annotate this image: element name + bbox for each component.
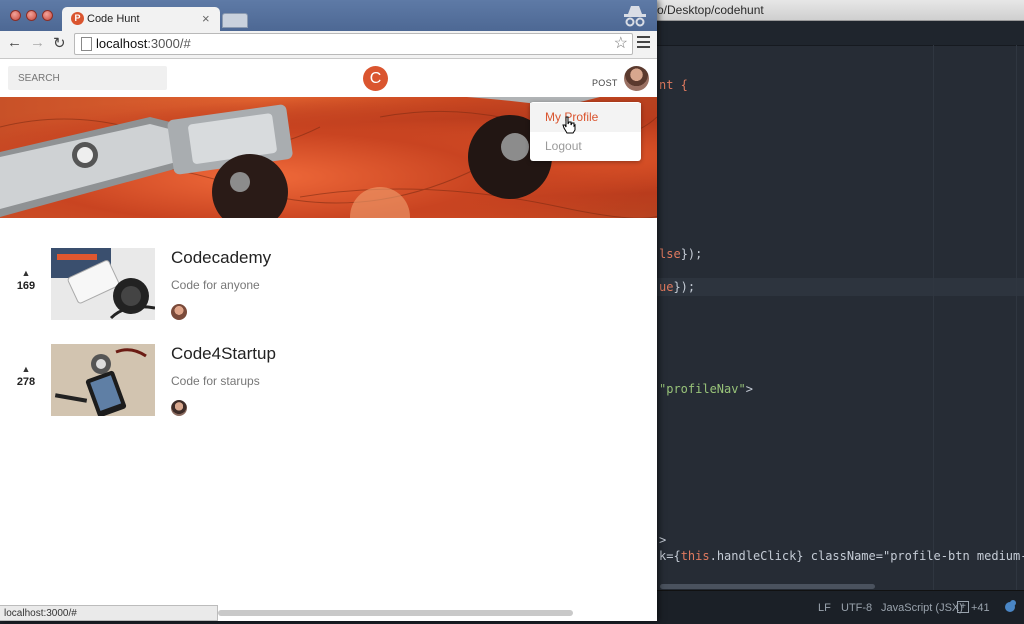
editor-wrap-guide — [933, 45, 934, 590]
profile-avatar-button[interactable] — [624, 66, 649, 91]
editor-horizontal-scrollbar[interactable] — [660, 582, 1024, 590]
forward-arrow-icon[interactable]: → — [30, 34, 45, 51]
browser-window: P Code Hunt × ← → ↻ localhost:3000/# ☆ C… — [0, 0, 657, 621]
tab-code-hunt[interactable]: P Code Hunt × — [62, 7, 220, 31]
upvote-button[interactable]: ▲ 278 — [10, 364, 42, 388]
code-line[interactable]: ue}); — [659, 280, 695, 294]
menu-icon[interactable] — [637, 36, 650, 48]
maker-avatar[interactable] — [171, 304, 187, 320]
code-line[interactable]: > — [659, 533, 666, 547]
new-tab-button[interactable] — [222, 13, 248, 28]
upvote-button[interactable]: ▲ 169 — [10, 268, 42, 292]
product-title[interactable]: Codecademy — [171, 248, 271, 268]
product-thumbnail[interactable] — [51, 248, 155, 320]
product-hunt-favicon-icon: P — [71, 12, 84, 25]
product-tagline: Code for anyone — [171, 278, 260, 292]
url-text: localhost:3000/# — [96, 36, 191, 51]
search-input[interactable] — [8, 66, 167, 90]
reload-icon[interactable]: ↻ — [53, 34, 66, 52]
tab-close-icon[interactable]: × — [202, 11, 210, 26]
minimize-window-button[interactable] — [26, 10, 37, 21]
squirrel-icon — [1005, 600, 1016, 612]
code-line[interactable]: k={this.handleClick} className="profile-… — [659, 549, 1024, 563]
list-item: ▲ 278 Code4Startup Code for starups — [0, 344, 657, 440]
post-link[interactable]: POST — [592, 78, 618, 88]
page-icon — [81, 37, 92, 51]
tab-title: Code Hunt — [87, 13, 140, 25]
git-icon: + — [957, 601, 969, 613]
maker-avatar[interactable] — [171, 400, 187, 416]
git-diff-count[interactable]: +41 — [971, 602, 990, 614]
logout-menu-item[interactable]: Logout — [530, 132, 641, 161]
code-line[interactable]: lse}); — [659, 247, 702, 261]
encoding-indicator[interactable]: UTF-8 — [841, 602, 872, 614]
profile-dropdown-menu: My Profile Logout — [530, 102, 641, 161]
back-arrow-icon[interactable]: ← — [7, 34, 22, 51]
upvote-arrow-icon: ▲ — [21, 364, 31, 374]
my-profile-menu-item[interactable]: My Profile — [530, 103, 641, 132]
list-item: ▲ 169 Codecademy Code for anyone — [0, 248, 657, 344]
code-line[interactable]: "profileNav"> — [659, 382, 753, 396]
line-ending-indicator[interactable]: LF — [818, 602, 831, 614]
star-icon[interactable]: ☆ — [614, 33, 628, 53]
editor-title: o/Desktop/codehunt — [657, 3, 764, 17]
incognito-icon — [624, 6, 646, 27]
upvote-arrow-icon: ▲ — [21, 268, 31, 278]
close-window-button[interactable] — [10, 10, 21, 21]
code-line[interactable]: nt { — [659, 78, 688, 92]
product-thumbnail[interactable] — [51, 344, 155, 416]
address-bar[interactable]: localhost:3000/# ☆ — [74, 33, 633, 55]
status-bubble: localhost:3000/# — [0, 605, 218, 621]
product-tagline: Code for starups — [171, 374, 260, 388]
vote-count: 169 — [16, 280, 36, 292]
browser-horizontal-scrollbar[interactable] — [218, 610, 573, 616]
hand-cursor-icon — [562, 116, 576, 134]
editor-scroll-track — [1016, 45, 1017, 590]
grammar-indicator[interactable]: JavaScript (JSX) — [881, 602, 963, 614]
zoom-window-button[interactable] — [42, 10, 53, 21]
web-page: C POST My Profile Logout — [0, 59, 657, 606]
code-hunt-logo[interactable]: C — [363, 66, 388, 91]
product-title[interactable]: Code4Startup — [171, 344, 276, 364]
vote-count: 278 — [16, 376, 36, 388]
